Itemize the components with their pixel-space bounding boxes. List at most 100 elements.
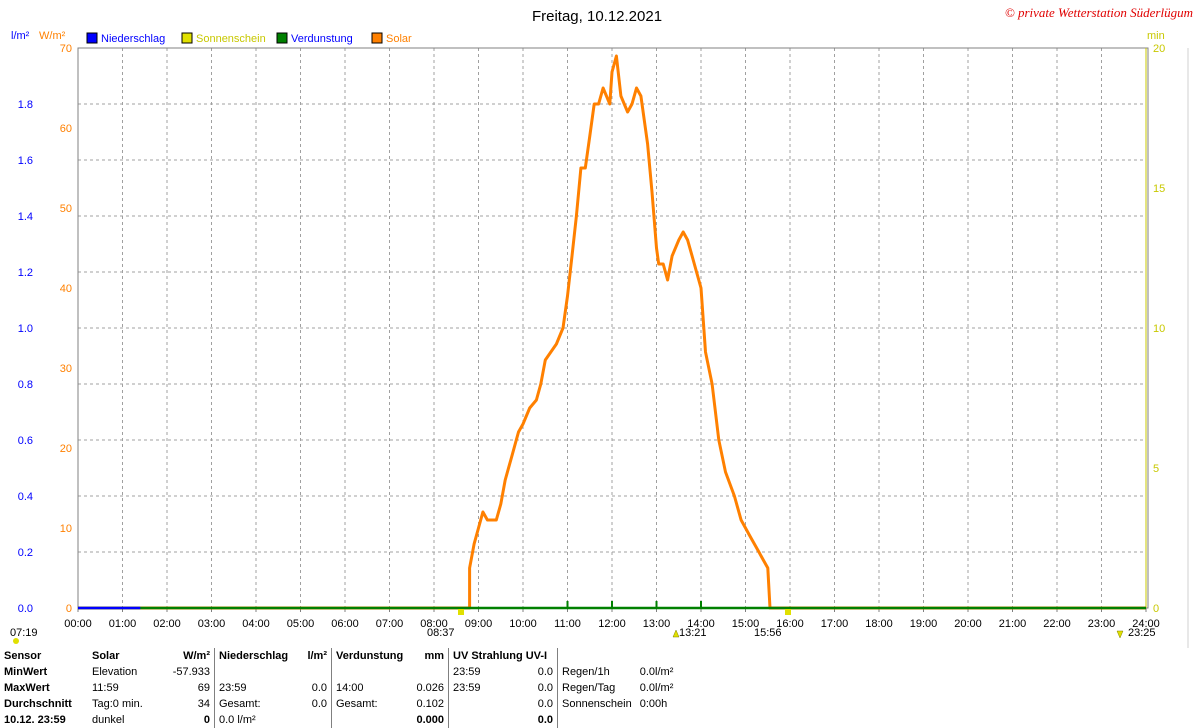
extra-value: 0.0l/m² (639, 666, 674, 678)
header-rain-unit: l/m² (307, 650, 327, 662)
marker-left-label: 07:19 (10, 627, 38, 639)
y-tick-label-right: 20 (1153, 43, 1165, 55)
marker-left-dot (13, 638, 19, 644)
x-axis-ticks: 00:00 01:00 02:00 03:00 04:00 05:00 06:00 07:00… (64, 608, 1160, 630)
uv-cell-1: 23:59 (448, 680, 515, 696)
legend-label-sonnenschein: Sonnenschein (196, 33, 266, 45)
x-tick-label: 09:00 (465, 618, 493, 630)
left-axis-unit-solar: W/m² (39, 30, 66, 42)
marker-sunset-label: 15:56 (754, 627, 782, 639)
x-tick-label: 22:00 (1043, 618, 1071, 630)
y-tick-label-rain: 1.6 (18, 155, 33, 167)
extra-value: 0.0l/m² (639, 682, 674, 694)
x-tick-label: 03:00 (198, 618, 226, 630)
legend-swatch-solar (371, 32, 383, 44)
x-tick-label: 23:00 (1088, 618, 1116, 630)
evap-cell-2: 0.102 (416, 698, 444, 710)
y-axis-rain-ticks: 0.0 0.2 0.4 0.6 0.8 1.0 1.2 1.4 1.6 1.8 (18, 99, 33, 615)
stats-row-maxwert: MaxWert 11:59 69 23:59 0.0 14:00 0.026 2… (0, 680, 677, 696)
header-uv: UV Strahlung UV-I (448, 648, 558, 664)
extra-value: 0:00h (639, 698, 668, 710)
row-label: MinWert (4, 666, 48, 678)
evap-cell-1 (331, 664, 410, 680)
header-extra (557, 648, 678, 664)
marker-sunrise-label: 08:37 (427, 627, 455, 639)
time-markers: 07:19 08:37 13:21 15:56 23:25 (10, 609, 1156, 644)
solar-cell-1: 11:59 (92, 682, 119, 694)
y-tick-label-rain: 1.2 (18, 267, 33, 279)
y-tick-label-solar: 10 (60, 523, 72, 535)
x-tick-label: 17:00 (821, 618, 849, 630)
row-label: MaxWert (4, 682, 50, 694)
rain-cell-2: 0.0 (311, 698, 327, 710)
x-tick-label: 11:00 (554, 618, 581, 630)
rain-cell-1: Gesamt: (214, 696, 293, 712)
y-tick-label-solar: 40 (60, 283, 72, 295)
x-tick-label: 07:00 (376, 618, 404, 630)
evap-cell-1: Gesamt: (331, 696, 410, 712)
left-axis-unit-rain: l/m² (11, 30, 30, 42)
header-sensor: Sensor (4, 650, 42, 662)
uv-cell-1 (448, 696, 515, 712)
header-evap-unit: mm (424, 650, 444, 662)
solar-cell-2: -57.933 (172, 666, 210, 678)
y-tick-label-right: 5 (1153, 463, 1159, 475)
x-tick-label: 21:00 (999, 618, 1027, 630)
grid (78, 48, 1146, 608)
x-tick-label: 19:00 (910, 618, 938, 630)
marker-sunrise-icon (458, 609, 464, 615)
chart-svg: Freitag, 10.12.2021 © private Wetterstat… (10, 5, 1199, 648)
header-solar-unit: W/m² (183, 650, 210, 662)
stats-row-durchschnitt: Durchschnitt Tag:0 min. 34 Gesamt: 0.0 G… (0, 696, 677, 712)
legend-label-solar: Solar (386, 33, 412, 45)
solar-cell-1: Tag:0 min. (92, 698, 143, 710)
stats-table: Sensor Solar W/m² Niederschlag l/m² Verd… (0, 648, 678, 728)
header-evap: Verdunstung (331, 648, 410, 664)
stats-row-minwert: MinWert Elevation -57.933 23:59 0.0 Rege… (0, 664, 677, 680)
rain-cell-2: 0.0 (311, 682, 327, 694)
extra-label: Regen/Tag (556, 680, 636, 696)
y-tick-label-rain: 1.8 (18, 99, 33, 111)
marker-sunset-icon (785, 609, 791, 615)
right-edge-char: 9 (1193, 647, 1199, 648)
copyright: © private Wetterstation Süderlügum (1005, 5, 1193, 20)
solar-cell-2: 34 (197, 698, 210, 710)
rain-cell-2 (293, 664, 332, 680)
x-tick-label: 00:00 (64, 618, 92, 630)
chart-title: Freitag, 10.12.2021 (532, 8, 662, 25)
y-tick-label-rain: 0.8 (18, 379, 33, 391)
y-tick-label-right: 0 (1153, 603, 1159, 615)
solar-cell-1: Elevation (92, 666, 138, 678)
rain-cell-1 (214, 664, 293, 680)
y-axis-solar-ticks: 0 10 20 30 40 50 60 70 (60, 43, 72, 615)
evap-cell-1: 14:00 (331, 680, 410, 696)
marker-right-label: 23:25 (1128, 627, 1156, 639)
right-axis-unit: min (1147, 30, 1165, 42)
uv-cell-2: 0.0 (537, 666, 553, 678)
header-rain: Niederschlag (214, 648, 293, 664)
y-tick-label-rain: 0.0 (18, 603, 33, 615)
extra-label: Regen/1h (556, 664, 636, 680)
uv-cell-1: 23:59 (448, 664, 515, 680)
x-tick-label: 18:00 (865, 618, 893, 630)
x-tick-label: 01:00 (109, 618, 137, 630)
uv-cell-2: 0.0 (537, 682, 553, 694)
y-tick-label-solar: 0 (66, 603, 72, 615)
marker-noon-label: 13:21 (679, 627, 707, 639)
y-tick-label-right: 10 (1153, 323, 1165, 335)
y-tick-label-rain: 0.6 (18, 435, 33, 447)
uv-cell-2: 0.0 (537, 698, 553, 710)
y-tick-label-solar: 50 (60, 203, 72, 215)
legend-label-verdunstung: Verdunstung (291, 33, 353, 45)
y-tick-label-right: 15 (1153, 183, 1165, 195)
y-tick-label-rain: 0.4 (18, 491, 33, 503)
y-tick-label-solar: 60 (60, 123, 72, 135)
y-tick-label-rain: 0.2 (18, 547, 33, 559)
solar-cell-2: 69 (197, 682, 210, 694)
legend-swatch-sonnenschein (181, 32, 193, 44)
legend-swatch-niederschlag (86, 32, 98, 44)
legend-swatch-verdunstung (276, 32, 288, 44)
evap-cell-2 (410, 664, 449, 680)
row-label: Durchschnitt (4, 698, 72, 710)
extra-label: Sonnenschein (556, 696, 636, 712)
